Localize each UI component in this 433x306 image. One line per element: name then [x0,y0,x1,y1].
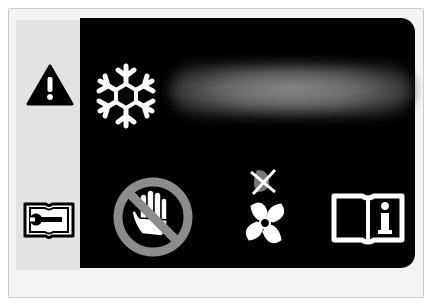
do-not-touch-icon [112,176,194,262]
info-manual-icon [330,190,406,250]
warning-icon[interactable] [26,64,74,110]
service-manual-icon[interactable] [22,198,76,244]
blurred-status-text [170,64,412,116]
fan-off-icon [233,166,297,256]
snowflake-icon [92,62,160,134]
